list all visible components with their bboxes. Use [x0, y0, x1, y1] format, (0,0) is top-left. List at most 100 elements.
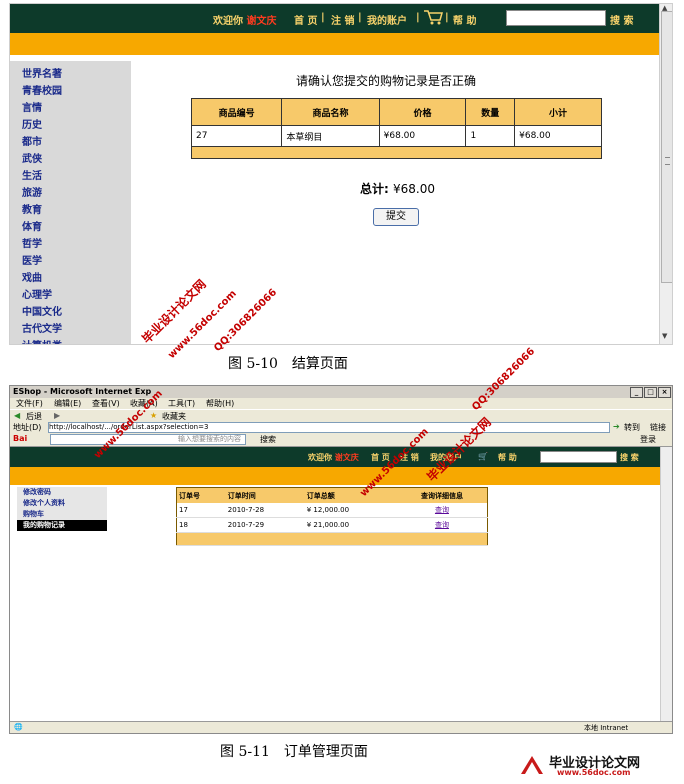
- submit-button[interactable]: 提交: [373, 208, 419, 226]
- menu-cart[interactable]: 购物车: [17, 509, 107, 520]
- logo-emblem-icon: [521, 756, 543, 774]
- minimize-icon[interactable]: _: [630, 387, 643, 398]
- username: 谢文庆: [334, 453, 359, 462]
- col-header: 订单时间: [225, 487, 305, 503]
- address-bar: 地址(D) http://localhost/.../orderList.asp…: [10, 421, 672, 433]
- orange-banner: [10, 467, 660, 485]
- sidebar-category-item[interactable]: 都市: [22, 133, 42, 148]
- cart-icon[interactable]: [423, 8, 443, 26]
- table-footer: [191, 146, 602, 159]
- close-icon[interactable]: ×: [658, 387, 671, 398]
- menu-change-password[interactable]: 修改密码: [17, 487, 107, 498]
- nav-help-link[interactable]: 帮 助: [498, 452, 517, 463]
- nav-account-link[interactable]: 我的账户: [367, 12, 407, 27]
- search-input[interactable]: [506, 10, 606, 26]
- cart-table: 商品编号 商品名称 价格 数量 小计 27 本草纲目 ¥68.00 1 ¥68.…: [190, 98, 602, 159]
- search-button[interactable]: 搜 索: [620, 452, 639, 463]
- figure-caption-2: 图 5-11 订单管理页面: [220, 744, 368, 760]
- account-menu: 修改密码 修改个人资料 购物车 我的购物记录: [17, 487, 107, 531]
- col-header: 查询详细信息: [395, 487, 488, 503]
- orders-table: 订单号 订单时间 订单总额 查询详细信息 17 2010-7-28 ¥ 12,0…: [176, 487, 488, 546]
- username: 谢文庆: [246, 16, 277, 27]
- sidebar-category-item[interactable]: 心理学: [22, 286, 52, 301]
- go-arrow-icon[interactable]: ➔: [613, 422, 620, 431]
- security-zone: 本地 Intranet: [584, 724, 629, 732]
- col-header: 商品名称: [281, 98, 380, 126]
- menu-purchase-history[interactable]: 我的购物记录: [17, 520, 107, 531]
- table-row: 17 2010-7-28 ¥ 12,000.00 查询: [176, 503, 488, 518]
- cell-price: ¥68.00: [378, 125, 467, 147]
- baidu-search-button[interactable]: 搜索: [260, 434, 276, 445]
- window-titlebar: EShop - Microsoft Internet Exp _ □ ×: [10, 386, 672, 398]
- sidebar-category-item[interactable]: 旅游: [22, 184, 42, 199]
- sidebar-category-item[interactable]: 武侠: [22, 150, 42, 165]
- address-label: 地址(D): [13, 423, 42, 432]
- vertical-scrollbar[interactable]: ▲ ▼: [659, 4, 672, 344]
- col-header: 数量: [465, 98, 516, 126]
- menu-bar: 文件(F) 编辑(E) 查看(V) 收藏(A) 工具(T) 帮助(H): [10, 398, 672, 409]
- nav-help-link[interactable]: 帮 助: [453, 12, 476, 27]
- search-button[interactable]: 搜 索: [610, 12, 633, 27]
- cell-subtotal: ¥68.00: [514, 125, 602, 147]
- figure-caption-1: 图 5-10 结算页面: [228, 356, 348, 372]
- cell-id: 27: [190, 125, 283, 147]
- orange-banner: [10, 33, 660, 55]
- col-header: 订单总额: [304, 487, 396, 503]
- links-button[interactable]: 链接: [650, 422, 666, 433]
- menu-edit-profile[interactable]: 修改个人资料: [17, 498, 107, 509]
- sidebar-category-item[interactable]: 中国文化: [22, 303, 62, 318]
- checkout-page-screenshot: 欢迎你 谢文庆 首 页 | 注 销 | 我的账户 | | 帮 助 搜 索 世界名…: [9, 3, 673, 345]
- table-footer: [176, 532, 488, 546]
- order-detail-link[interactable]: 查询: [435, 521, 449, 529]
- table-row: 18 2010-7-29 ¥ 21,000.00 查询: [176, 517, 488, 533]
- sidebar-category-item[interactable]: 戏曲: [22, 269, 42, 284]
- sidebar-category-item[interactable]: 哲学: [22, 235, 42, 250]
- go-button[interactable]: 转到: [624, 422, 640, 433]
- confirm-title: 请确认您提交的购物记录是否正确: [296, 74, 477, 88]
- order-detail-link[interactable]: 查询: [435, 506, 449, 514]
- site-logo: 毕业设计论文网 www.56doc.com: [519, 752, 679, 780]
- sidebar-category-item[interactable]: 计算机类: [22, 337, 62, 344]
- scroll-down-arrow-icon[interactable]: ▼: [662, 332, 667, 340]
- favorites-icon[interactable]: ★: [150, 411, 157, 420]
- window-title: EShop - Microsoft Internet Exp: [13, 387, 152, 396]
- menu-tools[interactable]: 工具(T): [168, 398, 195, 409]
- menu-view[interactable]: 查看(V): [92, 398, 120, 409]
- nav-home-link[interactable]: 首 页: [294, 12, 317, 27]
- sidebar-category-item[interactable]: 古代文学: [22, 320, 62, 335]
- forward-icon[interactable]: ▶: [54, 411, 60, 420]
- sidebar-category-item[interactable]: 历史: [22, 116, 42, 131]
- scroll-thumb[interactable]: [661, 11, 672, 283]
- nav-logout-link[interactable]: 注 销: [331, 12, 354, 27]
- sidebar-category-item[interactable]: 青春校园: [22, 82, 62, 97]
- menu-edit[interactable]: 编辑(E): [54, 398, 81, 409]
- greeting-text: 欢迎你 谢文庆: [213, 16, 277, 27]
- cell-qty: 1: [465, 125, 516, 147]
- sidebar-category-item[interactable]: 医学: [22, 252, 42, 267]
- sidebar-category-item[interactable]: 生活: [22, 167, 42, 182]
- page-content: 欢迎你 谢文庆 首 页 注 销 我的账户 🛒 帮 助 搜 索 修改密码 修改个人…: [10, 447, 672, 721]
- sidebar-category-item[interactable]: 教育: [22, 201, 42, 216]
- vertical-scrollbar[interactable]: [660, 447, 672, 721]
- sidebar-category-item[interactable]: 体育: [22, 218, 42, 233]
- sidebar-category-item[interactable]: 言情: [22, 99, 42, 114]
- login-button[interactable]: 登录: [640, 434, 656, 445]
- logo-site-url: www.56doc.com: [557, 768, 631, 777]
- col-header: 价格: [378, 98, 467, 126]
- search-input[interactable]: [540, 451, 617, 463]
- baidu-search-input[interactable]: 输入想要搜索的内容: [50, 434, 246, 445]
- order-total: 总计: ¥68.00: [360, 182, 435, 196]
- status-bar: 🌐 本地 Intranet: [10, 721, 672, 733]
- maximize-icon[interactable]: □: [644, 387, 657, 398]
- site-header: 欢迎你 谢文庆 首 页 | 注 销 | 我的账户 | | 帮 助 搜 索: [10, 4, 660, 33]
- back-icon[interactable]: ◀: [14, 411, 20, 420]
- col-header: 小计: [514, 98, 602, 126]
- menu-file[interactable]: 文件(F): [16, 398, 43, 409]
- baidu-logo-icon: Bai: [13, 434, 28, 443]
- category-sidebar: 世界名著青春校园言情历史都市武侠生活旅游教育体育哲学医学戏曲心理学中国文化古代文…: [10, 61, 131, 344]
- sidebar-category-item[interactable]: 世界名著: [22, 65, 62, 80]
- page-icon: 🌐: [14, 723, 23, 731]
- menu-help[interactable]: 帮助(H): [206, 398, 234, 409]
- cart-icon[interactable]: 🛒: [478, 452, 488, 461]
- cell-name: 本草纲目: [281, 125, 380, 147]
